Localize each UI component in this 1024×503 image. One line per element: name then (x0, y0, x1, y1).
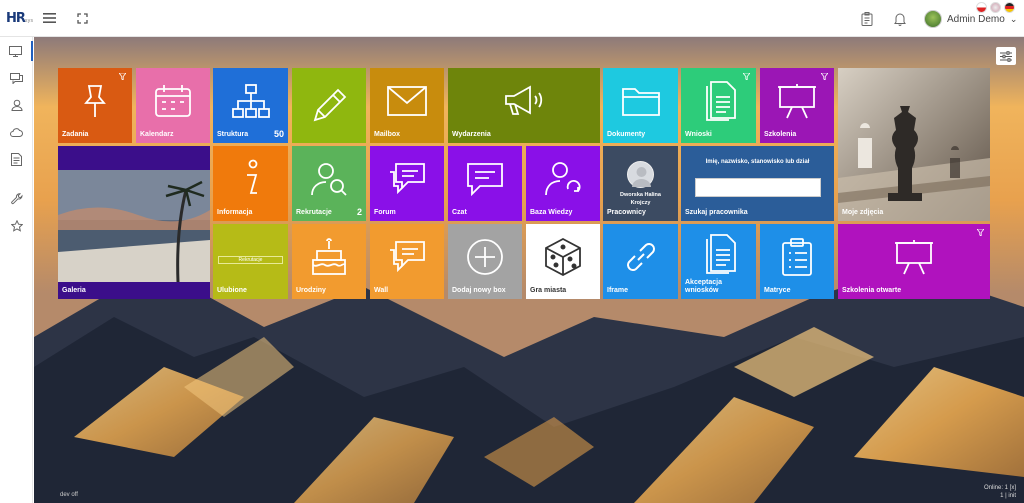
tile-baza-wiedzy[interactable]: Baza Wiedzy (526, 146, 600, 221)
tile-edit[interactable] (292, 68, 366, 143)
tile-gra-miasta[interactable]: Gra miasta (526, 224, 600, 299)
knowledge-user-icon (545, 162, 581, 196)
info-icon (241, 159, 261, 199)
beach-photo (58, 170, 210, 282)
tile-mailbox[interactable]: Mailbox (370, 68, 444, 143)
documents-icon (705, 81, 736, 121)
wall-chat-icon (390, 241, 425, 273)
app-logo[interactable]: HRsys (6, 11, 33, 26)
sidebar-item-favorites[interactable] (0, 216, 33, 236)
filter-icon (977, 229, 984, 236)
tile-ulubione[interactable]: Rekrutacje Ulubione (213, 224, 288, 299)
employee-name: Dworska Halina Krojczy (620, 192, 661, 206)
chat-icon (10, 72, 23, 84)
dev-status: dev off (60, 492, 78, 498)
documents-icon (705, 234, 736, 274)
tile-galeria[interactable]: Galeria (58, 146, 210, 299)
employee-avatar (627, 161, 654, 188)
fullscreen-icon[interactable] (76, 12, 88, 24)
tile-pracownicy[interactable]: Dworska Halina Krojczy Pracownicy (603, 146, 678, 221)
chat-bubble-icon (467, 163, 503, 196)
tile-rekrutacje[interactable]: Rekrutacje 2 (292, 146, 366, 221)
sidebar-item-desktop[interactable] (0, 41, 33, 61)
online-status: Online: 1 [x] 1 | init (983, 485, 1016, 499)
language-flags (976, 2, 1015, 13)
sidebar-item-cloud[interactable] (0, 122, 33, 142)
menu-icon[interactable] (42, 12, 56, 24)
folder-icon (621, 88, 660, 116)
user-search-icon (311, 163, 347, 196)
sidebar (0, 37, 33, 503)
tile-struktura[interactable]: Struktura 50 (213, 68, 288, 143)
megaphone-icon (505, 85, 543, 115)
user-icon (10, 99, 23, 111)
add-circle-icon (467, 239, 503, 275)
avatar (924, 10, 942, 28)
dashboard-settings-button[interactable] (996, 47, 1016, 65)
monitor-icon (9, 45, 22, 57)
favorite-link-rekrutacje[interactable]: Rekrutacje (218, 256, 283, 264)
tile-szkolenia[interactable]: Szkolenia (760, 68, 834, 143)
envelope-icon (387, 86, 427, 116)
link-icon (626, 243, 655, 271)
search-hint: Imię, nazwisko, stanowisko lub dział (705, 159, 810, 165)
birthday-cake-icon (312, 238, 346, 275)
filter-icon (821, 73, 828, 80)
flag-en-icon[interactable] (990, 2, 1001, 13)
sidebar-item-users[interactable] (0, 95, 33, 115)
dice-icon (545, 237, 581, 277)
top-bar: HRsys Admin Demo ⌄ (0, 0, 1024, 37)
tile-dodaj-nowy-box[interactable]: Dodaj nowy box (448, 224, 522, 299)
presentation-board-icon (895, 240, 933, 275)
tile-szkolenia-otwarte[interactable]: Szkolenia otwarte (838, 224, 990, 299)
sidebar-item-documents[interactable] (0, 149, 33, 169)
star-icon (10, 220, 23, 232)
employee-search-input[interactable] (695, 178, 821, 197)
tile-dokumenty[interactable]: Dokumenty (603, 68, 678, 143)
document-icon (11, 152, 22, 166)
presentation-board-icon (778, 84, 816, 119)
tile-moje-zdjecia[interactable]: Moje zdjęcia (838, 68, 990, 221)
sidebar-item-settings[interactable] (0, 189, 33, 209)
pencil-icon (313, 88, 347, 121)
tile-szukaj-pracownika: Imię, nazwisko, stanowisko lub dział Szu… (681, 146, 834, 221)
clipboard-list-icon (782, 238, 812, 276)
tile-akceptacja-wnioskow[interactable]: Akceptacja wniosków (681, 224, 756, 299)
tile-czat[interactable]: Czat (448, 146, 522, 221)
tile-wall[interactable]: Wall (370, 224, 444, 299)
flag-de-icon[interactable] (1004, 2, 1015, 13)
user-name: Admin Demo (947, 13, 1005, 25)
org-chart-icon (231, 84, 270, 118)
chevron-down-icon: ⌄ (1009, 13, 1018, 24)
tile-wnioski[interactable]: Wnioski (681, 68, 756, 143)
sliders-icon (1000, 50, 1012, 62)
tile-informacja[interactable]: Informacja (213, 146, 288, 221)
tile-forum[interactable]: Forum (370, 146, 444, 221)
tile-kalendarz[interactable]: Kalendarz (136, 68, 210, 143)
bell-icon[interactable] (893, 11, 907, 26)
clipboard-icon[interactable] (860, 11, 874, 26)
sidebar-item-messages[interactable] (0, 68, 33, 88)
tile-urodziny[interactable]: Urodziny (292, 224, 366, 299)
forum-icon (390, 163, 425, 195)
tile-matryce[interactable]: Matryce (760, 224, 834, 299)
filter-icon (743, 73, 750, 80)
tile-iframe[interactable]: Iframe (603, 224, 678, 299)
wrench-icon (10, 193, 23, 205)
pin-icon (84, 85, 106, 117)
filter-icon (119, 73, 126, 80)
chess-photo (838, 106, 990, 221)
cloud-icon (10, 127, 23, 137)
tile-wydarzenia[interactable]: Wydarzenia (448, 68, 600, 143)
calendar-icon (155, 85, 191, 117)
tile-zadania[interactable]: Zadania (58, 68, 132, 143)
flag-pl-icon[interactable] (976, 2, 987, 13)
